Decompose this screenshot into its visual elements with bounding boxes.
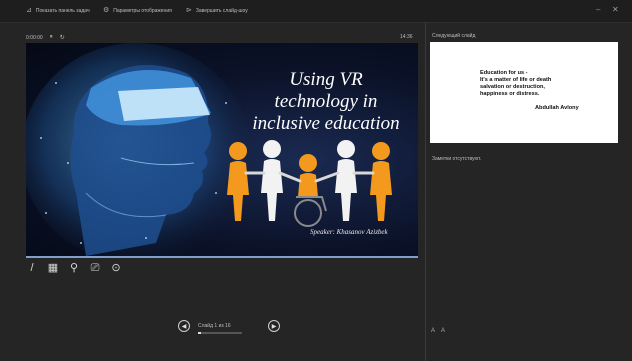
current-slide[interactable]: Using VR technology in inclusive educati… [26, 43, 418, 256]
speaker-notes[interactable]: Заметки отсутствуют. [432, 156, 481, 162]
slide-tools: / ▦ ⚲ ⎚ ⊙ [26, 262, 122, 274]
elapsed-time: 0:00:00 [26, 34, 43, 41]
next-slide-quote: Education for us - It's a matter of life… [480, 70, 552, 97]
display-settings-button[interactable]: ⚙ Параметры отображения [103, 7, 172, 14]
slide-progress-track [198, 332, 242, 334]
taskbar-icon: ⊿ [26, 7, 32, 14]
figure-orange-1 [227, 142, 249, 221]
increase-font-button[interactable]: A [431, 328, 435, 334]
pane-divider[interactable] [425, 22, 426, 361]
chevron-left-icon: ◀ [181, 323, 187, 330]
screen-icon[interactable]: ⎚ [89, 262, 101, 274]
figure-white-1 [261, 140, 283, 221]
more-options-icon[interactable]: ⊙ [110, 262, 122, 274]
end-slideshow-icon: ⊳ [186, 7, 192, 14]
next-slide-author: Abdullah Avlony [535, 105, 579, 111]
presenter-toolbar: ⊿ Показать панель задач ⚙ Параметры отоб… [0, 0, 632, 23]
people-figures-illustration [227, 140, 392, 227]
figure-orange-wheelchair [294, 154, 327, 227]
decrease-font-button[interactable]: A [441, 328, 445, 334]
next-slide-label: Следующий слайд [432, 33, 476, 39]
slide-navigation: ◀ Слайд 1 из 16 ▶ [178, 320, 280, 334]
close-icon[interactable]: ✕ [612, 5, 619, 14]
timer: 0:00:00 ⏸ ↻ [26, 34, 65, 41]
current-time: 14:36 [400, 34, 413, 40]
show-taskbar-button[interactable]: ⊿ Показать панель задач [26, 7, 90, 14]
pause-timer-icon[interactable]: ⏸ [50, 34, 53, 41]
display-settings-icon: ⚙ [103, 7, 110, 14]
slide-title: Using VR technology in inclusive educati… [252, 69, 400, 134]
previous-slide-button[interactable]: ◀ [178, 320, 190, 332]
figure-white-2 [335, 140, 357, 221]
notes-font-controls: A A [431, 328, 445, 334]
chevron-right-icon: ▶ [271, 323, 277, 330]
next-slide-preview[interactable]: Education for us - It's a matter of life… [430, 42, 618, 143]
slide-progress-line [26, 256, 418, 258]
all-slides-icon[interactable]: ▦ [47, 262, 59, 274]
next-slide-button[interactable]: ▶ [268, 320, 280, 332]
pen-icon[interactable]: / [26, 262, 38, 274]
zoom-icon[interactable]: ⚲ [68, 262, 80, 274]
minimize-icon[interactable]: – [596, 5, 600, 14]
end-slideshow-button[interactable]: ⊳ Завершить слайд-шоу [186, 7, 248, 14]
speaker-name: Speaker: Khasanov Azizbek [310, 228, 388, 236]
restart-timer-icon[interactable]: ↻ [60, 34, 65, 41]
slide-progress-fill [198, 332, 201, 334]
figure-orange-2 [370, 142, 392, 221]
slide-counter: Слайд 1 из 16 [198, 323, 260, 334]
